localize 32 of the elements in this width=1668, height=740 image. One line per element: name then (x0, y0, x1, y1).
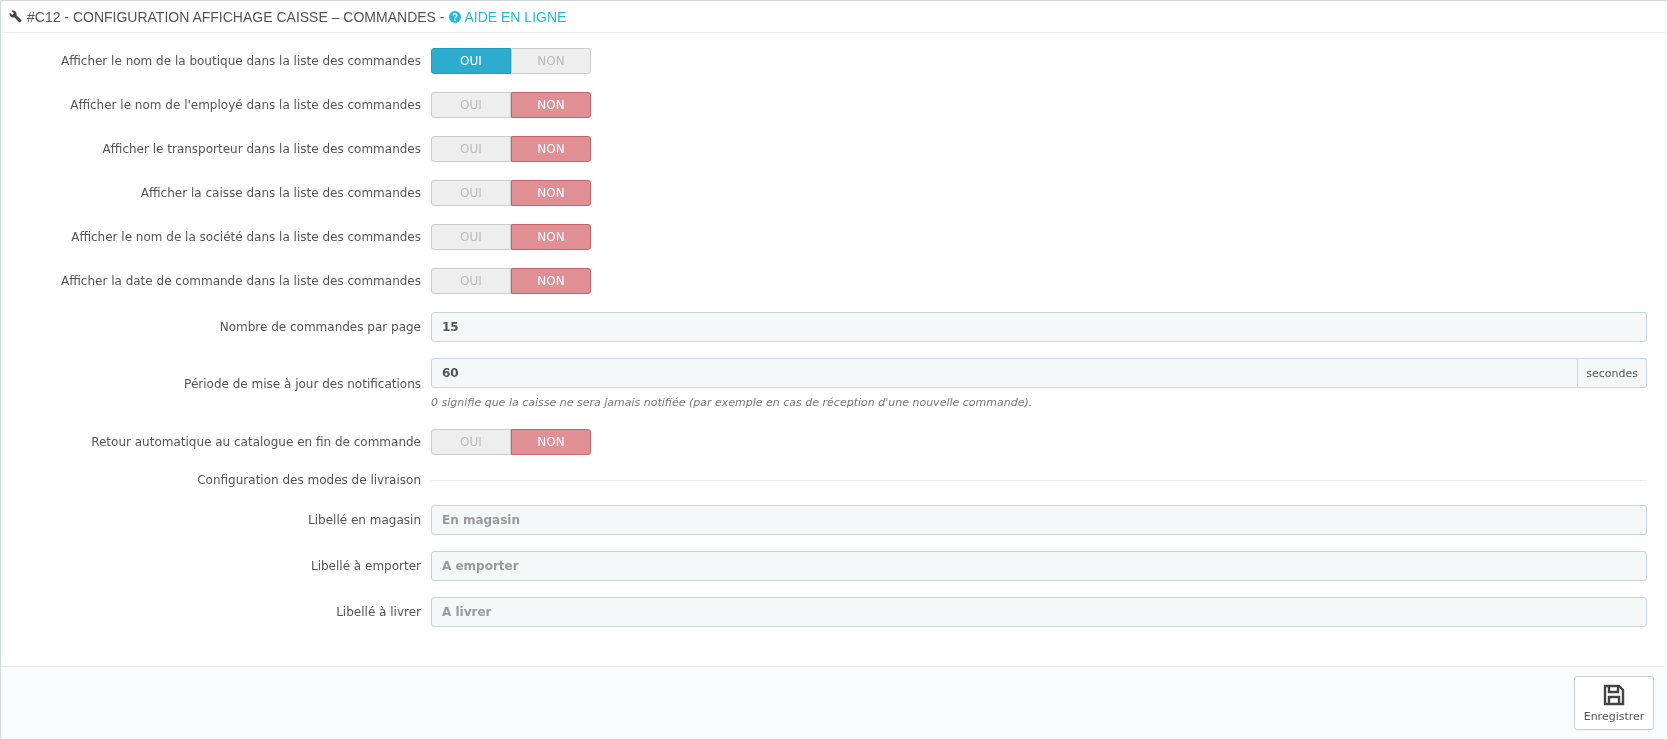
no-option[interactable]: NON (511, 268, 591, 294)
no-option[interactable]: NON (511, 224, 591, 250)
field-label: Afficher la date de commande dans la liste des commandes (60, 274, 421, 288)
input-field[interactable]: A emporter (431, 551, 1647, 581)
no-option[interactable]: NON (511, 92, 591, 118)
input-field[interactable]: En magasin (431, 505, 1647, 535)
wrench-icon (9, 10, 22, 23)
input-field[interactable]: 60 (431, 358, 1579, 388)
field-label: Afficher le nom de la société dans la liste des commandes (70, 230, 421, 244)
input-field[interactable]: 15 (431, 312, 1647, 342)
field-label: Libellé en magasin (307, 513, 421, 527)
help-text: 0 signifie que la caisse ne sera jamais notifiée (par exemple en cas de réception d'une nouvelle commande). (431, 396, 1034, 409)
field-label: Afficher le nom de l'employé dans la liste des commandes (69, 98, 421, 112)
field-label: Afficher la caisse dans la liste des commandes (139, 186, 421, 200)
panel-title: #C12 - CONFIGURATION AFFICHAGE CAISSE – COMMANDES - (27, 8, 445, 25)
no-option[interactable]: NON (511, 429, 591, 455)
field-label: Afficher le nom de la boutique dans la liste des commandes (59, 54, 421, 68)
help-link[interactable]: AIDE EN LIGNE (449, 8, 567, 25)
field-label: Période de mise à jour des notifications (183, 376, 421, 391)
save-button[interactable]: Enregistrer (1574, 676, 1654, 730)
field-label: Afficher le transporteur dans la liste des commandes (101, 142, 421, 156)
field-label: Configuration des modes de livraison (196, 473, 421, 487)
field-label: Libellé à livrer (335, 605, 421, 619)
field-label: Nombre de commandes par page (218, 320, 421, 334)
input-field[interactable]: A livrer (431, 597, 1647, 627)
no-option[interactable]: NON (511, 136, 591, 162)
field-label: Libellé à emporter (309, 559, 421, 573)
unit-addon: secondes (1578, 358, 1647, 388)
yes-option[interactable]: OUI (431, 48, 511, 74)
help-icon (449, 10, 462, 23)
no-option[interactable]: NON (511, 180, 591, 206)
field-label: Retour automatique au catalogue en fin de commande (90, 435, 421, 449)
